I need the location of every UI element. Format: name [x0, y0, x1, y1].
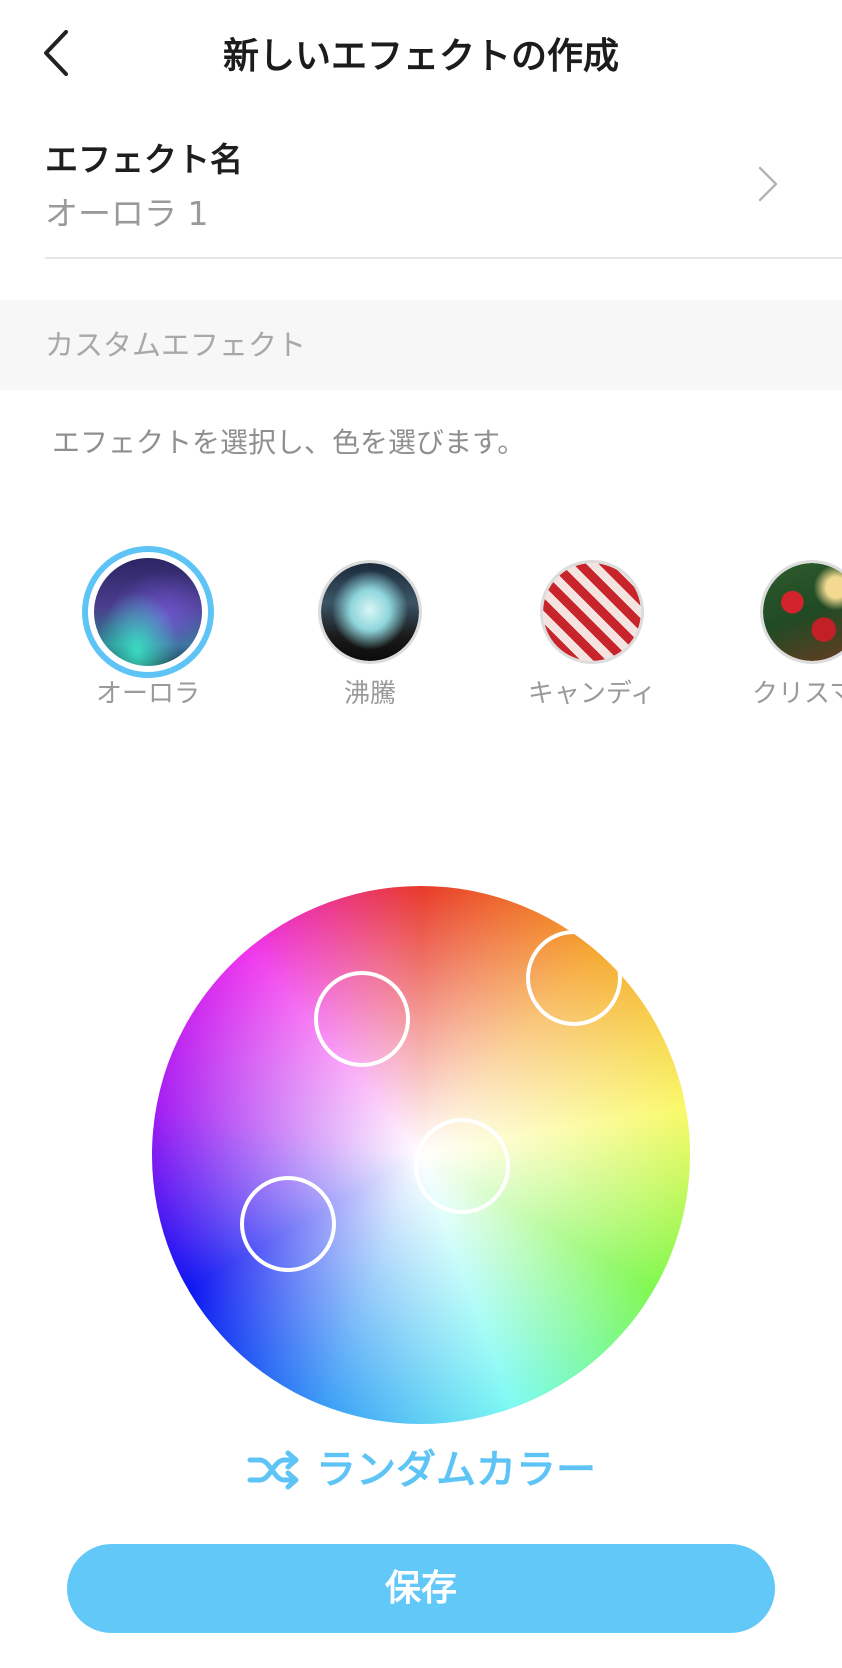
random-color-button[interactable]: ランダムカラー	[0, 1440, 842, 1510]
effect-option-candy[interactable]: キャンディ	[517, 548, 667, 718]
effect-option-christmas[interactable]: クリスマ	[737, 548, 842, 718]
color-handle[interactable]	[240, 1176, 336, 1272]
color-wheel[interactable]	[152, 886, 690, 1424]
instruction-text: エフェクトを選択し、色を選びます。	[52, 426, 526, 459]
effect-thumbnail	[760, 560, 842, 664]
color-wheel-container	[152, 886, 690, 1424]
candy-image	[543, 563, 641, 661]
effect-option-boiling[interactable]: 沸騰	[295, 548, 445, 718]
save-button[interactable]: 保存	[67, 1544, 775, 1633]
boiling-image	[321, 563, 419, 661]
effect-name-label: エフェクト名	[45, 140, 243, 179]
section-title: カスタムエフェクト	[45, 328, 307, 362]
aurora-image	[94, 558, 202, 666]
effect-label: オーロラ	[95, 679, 200, 709]
color-handle[interactable]	[526, 930, 622, 1026]
effect-option-aurora[interactable]: オーロラ	[73, 546, 223, 718]
page-title: 新しいエフェクトの作成	[222, 36, 619, 77]
shuffle-icon	[247, 1450, 299, 1490]
effect-name-value: オーロラ 1	[45, 194, 209, 233]
effect-thumbnail	[540, 560, 644, 664]
effect-thumbnail	[318, 560, 422, 664]
effect-label: クリスマ	[752, 679, 842, 709]
chevron-right-icon	[758, 166, 778, 202]
color-handle[interactable]	[414, 1118, 510, 1214]
color-handle[interactable]	[314, 971, 410, 1067]
effect-thumbnail	[82, 546, 214, 678]
christmas-image	[763, 563, 842, 661]
divider	[45, 257, 842, 259]
effect-label: キャンディ	[527, 679, 657, 709]
effect-label: 沸騰	[343, 679, 396, 709]
random-color-label: ランダムカラー	[316, 1447, 596, 1493]
custom-effect-section-header: カスタムエフェクト	[0, 300, 842, 390]
effect-name-row[interactable]: エフェクト名 オーロラ 1	[0, 120, 842, 260]
